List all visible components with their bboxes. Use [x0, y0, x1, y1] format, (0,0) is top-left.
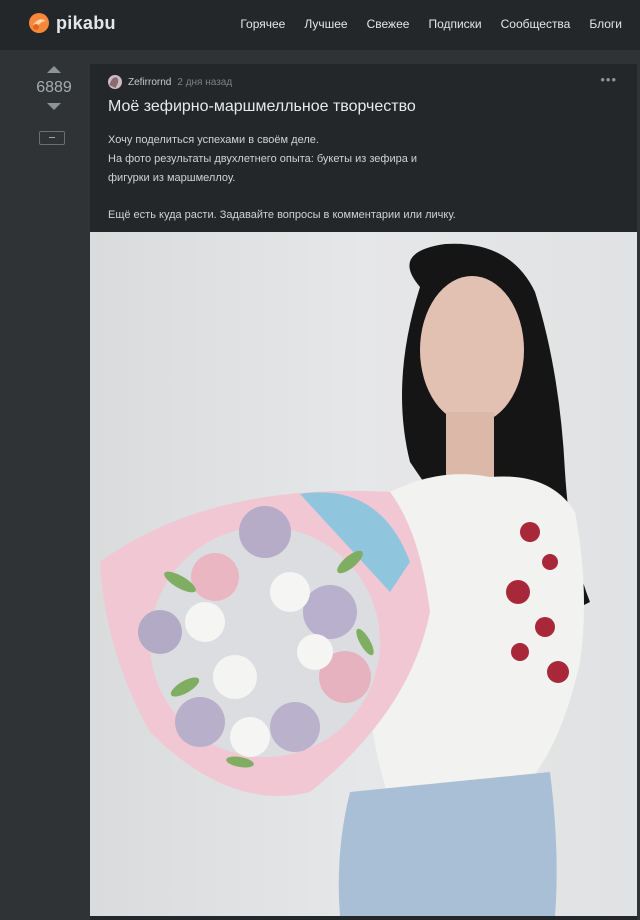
post-time: 2 дня назад — [177, 76, 233, 88]
nav-fresh[interactable]: Свежее — [367, 17, 410, 31]
story-text-line: На фото результаты двухлетнего опыта: бу… — [108, 153, 418, 165]
story-text-line: фигурки из маршмеллоу. — [108, 172, 236, 184]
story-text: Хочу поделиться успехами в своём деле. Н… — [108, 131, 618, 225]
downvote-icon[interactable] — [47, 103, 61, 110]
nav-subscriptions[interactable]: Подписки — [428, 17, 481, 31]
logo-text: pikabu — [56, 12, 116, 33]
collapse-story-button[interactable] — [39, 131, 65, 145]
rating-value: 6889 — [36, 79, 72, 96]
upvote-icon[interactable] — [47, 66, 61, 73]
nav-communities[interactable]: Сообщества — [501, 17, 571, 31]
author-name[interactable]: Zefirrornd — [128, 77, 171, 88]
more-options-icon[interactable]: ••• — [600, 72, 617, 87]
avatar[interactable] — [108, 75, 122, 89]
story-author-row: Zefirrornd 2 дня назад — [108, 75, 232, 89]
nav-hot[interactable]: Горячее — [240, 17, 285, 31]
story-text-line: Ещё есть куда расти. Задавайте вопросы в… — [108, 209, 456, 221]
post-image-placeholder — [100, 243, 590, 916]
main-nav: Горячее Лучшее Свежее Подписки Сообществ… — [221, 17, 622, 31]
post-image[interactable] — [90, 232, 637, 916]
story-text-line: Хочу поделиться успехами в своём деле. — [108, 134, 319, 146]
site-header: pikabu Горячее Лучшее Свежее Подписки Со… — [0, 0, 640, 50]
story-card: Zefirrornd 2 дня назад ••• Моё зефирно-м… — [90, 64, 637, 920]
story-title[interactable]: Моё зефирно-маршмелльное творчество — [108, 98, 416, 116]
nav-best[interactable]: Лучшее — [304, 17, 347, 31]
nav-blogs[interactable]: Блоги — [589, 17, 622, 31]
pikabu-logo[interactable]: pikabu — [28, 12, 116, 34]
pikabu-logo-icon — [29, 13, 49, 33]
